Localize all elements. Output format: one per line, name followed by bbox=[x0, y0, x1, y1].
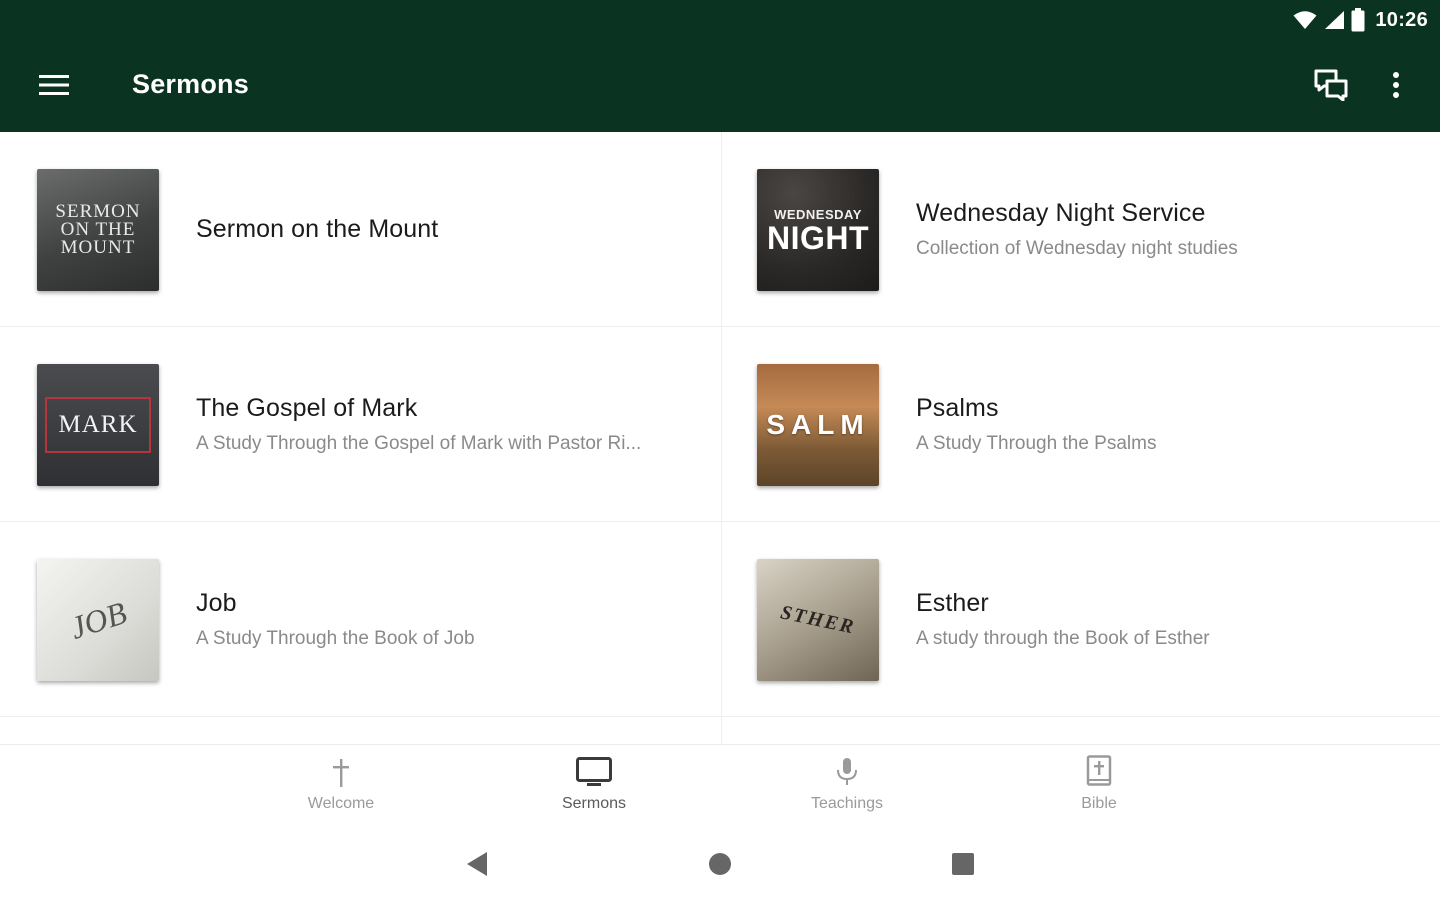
more-vert-icon bbox=[1393, 72, 1399, 98]
series-artwork: JOB bbox=[37, 559, 159, 681]
series-artwork: STHER bbox=[757, 559, 879, 681]
artwork-text: SALM bbox=[766, 409, 870, 440]
home-circle-icon bbox=[709, 853, 731, 875]
nav-tab-sermons[interactable]: Sermons bbox=[514, 745, 674, 829]
overflow-menu-button[interactable] bbox=[1378, 62, 1414, 108]
system-home-button[interactable] bbox=[698, 842, 742, 886]
nav-tab-label: Sermons bbox=[561, 795, 627, 812]
series-item-job[interactable]: JOB Job A Study Through the Book of Job bbox=[0, 522, 720, 716]
series-subtitle: Collection of Wednesday night studies bbox=[916, 237, 1238, 259]
chat-button[interactable] bbox=[1306, 62, 1356, 108]
series-artwork: SERMON ON THE MOUNT bbox=[37, 169, 159, 291]
series-artwork: SALM bbox=[757, 364, 879, 486]
bottom-navigation: Welcome Sermons Teachings Bible bbox=[0, 744, 1440, 828]
page-title: Sermons bbox=[132, 69, 249, 99]
menu-button[interactable] bbox=[30, 64, 78, 106]
battery-icon bbox=[1351, 8, 1365, 32]
nav-tab-label: Welcome bbox=[307, 795, 375, 812]
series-title: Esther bbox=[916, 588, 989, 617]
series-item-gospel-of-mark[interactable]: MARK The Gospel of Mark A Study Through … bbox=[0, 327, 720, 521]
system-navigation-bar bbox=[0, 828, 1440, 900]
series-item-esther[interactable]: STHER Esther A study through the Book of… bbox=[720, 522, 1440, 716]
series-title: Psalms bbox=[916, 393, 999, 422]
series-subtitle: A study through the Book of Esther bbox=[916, 627, 1210, 649]
chat-bubbles-icon bbox=[1314, 69, 1348, 101]
system-recents-button[interactable] bbox=[941, 842, 985, 886]
row-divider bbox=[0, 716, 1440, 717]
series-item-sermon-on-the-mount[interactable]: SERMON ON THE MOUNT Sermon on the Mount bbox=[0, 132, 720, 326]
artwork-text: NIGHT bbox=[766, 219, 870, 256]
artwork-text: MARK bbox=[58, 411, 138, 438]
system-back-button[interactable] bbox=[455, 842, 499, 886]
series-subtitle: A Study Through the Psalms bbox=[916, 432, 1157, 454]
cell-signal-icon bbox=[1325, 11, 1345, 29]
series-artwork: MARK bbox=[37, 364, 159, 486]
series-subtitle: A Study Through the Gospel of Mark with … bbox=[196, 432, 642, 454]
nav-tab-label: Teachings bbox=[810, 795, 884, 812]
nav-tab-bible[interactable]: Bible bbox=[1019, 745, 1179, 829]
series-title: Wednesday Night Service bbox=[916, 198, 1206, 227]
series-title: The Gospel of Mark bbox=[196, 393, 418, 422]
bible-icon bbox=[1086, 755, 1112, 786]
recents-square-icon bbox=[952, 853, 974, 875]
wifi-icon bbox=[1293, 11, 1317, 29]
app-bar: 10:26 Sermons bbox=[0, 0, 1440, 132]
monitor-icon bbox=[576, 757, 612, 786]
hamburger-menu-icon bbox=[39, 75, 69, 95]
series-item-psalms[interactable]: SALM Psalms A Study Through the Psalms bbox=[720, 327, 1440, 521]
status-bar: 10:26 bbox=[1293, 6, 1428, 34]
nav-tab-teachings[interactable]: Teachings bbox=[767, 745, 927, 829]
series-subtitle: A Study Through the Book of Job bbox=[196, 627, 475, 649]
back-triangle-icon bbox=[467, 852, 487, 876]
series-title: Sermon on the Mount bbox=[196, 214, 439, 243]
cross-icon bbox=[333, 759, 349, 787]
artwork-text: MOUNT bbox=[60, 237, 136, 258]
artwork-text: JOB bbox=[65, 593, 131, 646]
series-artwork: WEDNESDAY NIGHT bbox=[757, 169, 879, 291]
sermon-series-grid: SERMON ON THE MOUNT Sermon on the Mount … bbox=[0, 132, 1440, 744]
status-time: 10:26 bbox=[1375, 8, 1428, 31]
nav-tab-label: Bible bbox=[1081, 795, 1117, 812]
series-item-wednesday-night-service[interactable]: WEDNESDAY NIGHT Wednesday Night Service … bbox=[720, 132, 1440, 326]
artwork-text: STHER bbox=[778, 600, 858, 639]
series-title: Job bbox=[196, 588, 237, 617]
nav-tab-welcome[interactable]: Welcome bbox=[261, 745, 421, 829]
microphone-icon bbox=[837, 758, 857, 785]
